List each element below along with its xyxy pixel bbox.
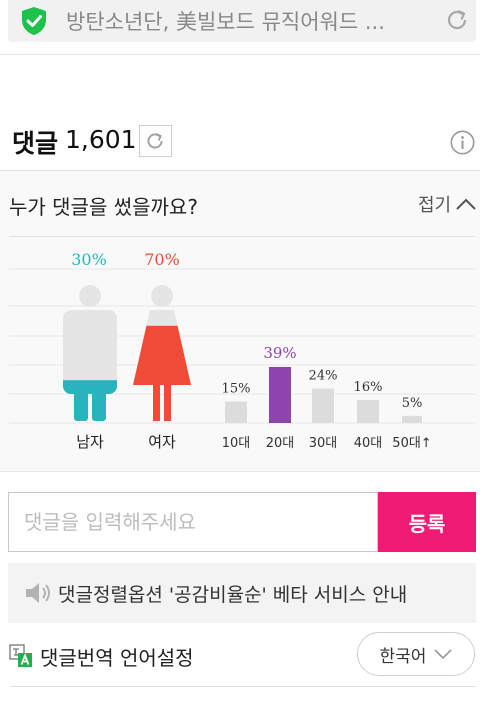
translate-icon (9, 644, 32, 667)
age-percent-label: 39% (263, 344, 296, 362)
stats-question: 누가 댓글을 썼을까요? (9, 195, 198, 219)
language-selected: 한국어 (379, 646, 427, 667)
translation-settings: 댓글번역 언어설정 한국어 (0, 632, 480, 687)
age-label: 40대 (354, 436, 383, 451)
female-fill (133, 325, 191, 421)
female-percent-label: 70% (144, 250, 180, 269)
page-title: 방탄소년단, 美빌보드 뮤직어워드 ... (66, 10, 385, 34)
age-label: 10대 (222, 436, 251, 451)
comment-count: 1,601 (65, 125, 137, 154)
notice-text: 댓글정렬옵션 '공감비율순' 베타 서비스 안내 (58, 583, 408, 606)
age-bar (225, 401, 247, 423)
female-label: 여자 (148, 433, 176, 451)
info-icon[interactable] (450, 130, 475, 155)
male-figure-icon (63, 285, 117, 421)
chevron-down-icon (434, 648, 453, 659)
refresh-icon (147, 133, 163, 149)
age-bar (357, 400, 379, 423)
divider (10, 686, 476, 687)
collapse-label: 접기 (418, 195, 452, 216)
collapse-button[interactable]: 접기 (418, 191, 477, 217)
chevron-up-icon (456, 198, 476, 210)
age-bar (402, 415, 422, 423)
submit-button[interactable]: 등록 (378, 492, 476, 552)
age-bar (269, 367, 291, 423)
comment-form: 등록 (8, 492, 476, 552)
address-bar[interactable]: 방탄소년단, 美빌보드 뮤직어워드 ... (8, 0, 476, 42)
translation-label: 댓글번역 언어설정 (40, 646, 194, 670)
male-percent-label: 30% (71, 250, 107, 269)
divider (0, 54, 480, 55)
male-label: 남자 (76, 433, 104, 451)
male-fill (63, 380, 117, 421)
notice-banner[interactable]: 댓글정렬옵션 '공감비율순' 베타 서비스 안내 (8, 563, 476, 623)
comment-input[interactable] (8, 492, 378, 552)
age-percent-label: 16% (354, 380, 383, 395)
age-label: 50대↑ (392, 436, 431, 451)
demographics-chart: 30% 70% 남자 여자 15%10대39%20대24%30대16%40대5%… (9, 250, 475, 451)
age-percent-label: 15% (222, 381, 251, 396)
speaker-icon (26, 583, 50, 603)
age-label: 20대 (266, 436, 295, 451)
language-select[interactable]: 한국어 (357, 632, 475, 676)
age-percent-label: 24% (309, 369, 338, 384)
shield-check-icon (22, 7, 46, 35)
female-figure-icon (133, 285, 191, 421)
reload-icon[interactable] (444, 7, 470, 33)
age-label: 30대 (309, 436, 338, 451)
age-bar (312, 388, 334, 423)
comments-heading: 댓글 (12, 129, 59, 158)
age-percent-label: 5% (402, 396, 423, 411)
refresh-comments-button[interactable] (139, 125, 172, 157)
commenter-stats-panel: 누가 댓글을 썼을까요? 접기 30% 70% 남자 여자 15% 10대 39… (0, 170, 480, 472)
